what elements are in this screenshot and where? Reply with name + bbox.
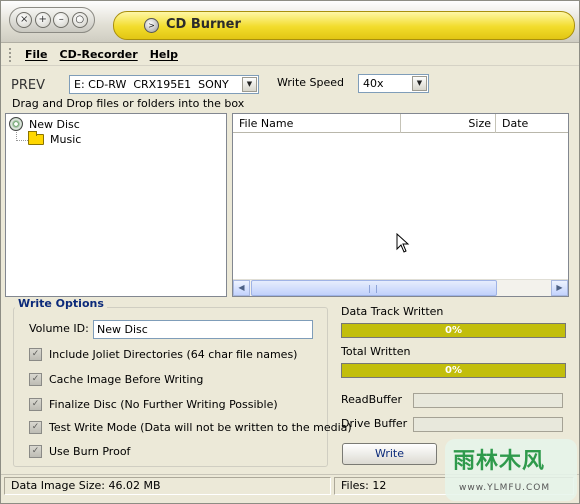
checkbox-burn-proof[interactable]: ✓ Use Burn Proof	[29, 445, 130, 458]
thumb-grip-icon	[369, 285, 377, 293]
checkbox-test-write[interactable]: ✓ Test Write Mode (Data will not be writ…	[29, 421, 352, 434]
checkbox-finalize[interactable]: ✓ Finalize Disc (No Further Writing Poss…	[29, 398, 278, 411]
checkbox-label: Use Burn Proof	[49, 445, 131, 458]
write-speed-label: Write Speed	[277, 76, 345, 89]
checkbox-icon[interactable]: ✓	[29, 398, 42, 411]
data-track-label: Data Track Written	[341, 305, 444, 318]
volume-id-label: Volume ID:	[29, 322, 89, 335]
checkbox-label: Finalize Disc (No Further Writing Possib…	[49, 398, 278, 411]
scroll-left-icon[interactable]: ◀	[233, 280, 250, 296]
status-image-size: Data Image Size: 46.02 MB	[4, 477, 331, 495]
total-progress: 0%	[341, 363, 566, 378]
file-list[interactable]: File Name Size Date ◀ ▶	[232, 113, 569, 297]
column-size[interactable]: Size	[401, 114, 496, 133]
checkbox-icon[interactable]: ✓	[29, 348, 42, 361]
checkbox-icon[interactable]: ✓	[29, 445, 42, 458]
menu-cd-recorder[interactable]: CD-Recorder	[60, 48, 138, 61]
close-window-button[interactable]: ×	[16, 12, 33, 28]
watermark-logo: 雨林木风	[453, 449, 546, 474]
checkbox-joliet[interactable]: ✓ Include Joliet Directories (64 char fi…	[29, 348, 297, 361]
total-percent: 0%	[445, 365, 462, 376]
tree-item-music[interactable]: Music	[28, 131, 82, 146]
menu-file[interactable]: File	[25, 48, 48, 61]
drive-select-value: E: CD-RW CRX195E1 SONY	[74, 78, 229, 91]
read-buffer-label: ReadBuffer	[341, 393, 403, 406]
disc-tree[interactable]: New Disc Music	[5, 113, 227, 297]
checkbox-label: Test Write Mode (Data will not be writte…	[49, 421, 352, 434]
minimize-window-button[interactable]: –	[53, 12, 70, 28]
chevron-down-icon[interactable]: ▼	[412, 76, 427, 91]
disc-icon	[9, 117, 23, 131]
write-options-title: Write Options	[15, 297, 107, 310]
chevron-down-icon[interactable]: ▼	[242, 77, 257, 92]
mouse-cursor-icon	[396, 233, 410, 253]
write-button[interactable]: Write	[342, 443, 437, 465]
drive-select[interactable]: E: CD-RW CRX195E1 SONY ▼	[69, 75, 259, 94]
drive-buffer-meter	[413, 417, 563, 432]
drive-buffer-label: Drive Buffer	[341, 417, 408, 430]
window-title: CD Burner	[166, 17, 241, 32]
maximize-window-button[interactable]: +	[34, 12, 51, 28]
shade-window-button[interactable]: ○	[71, 12, 88, 28]
checkbox-icon[interactable]: ✓	[29, 373, 42, 386]
scroll-right-icon[interactable]: ▶	[551, 280, 568, 296]
read-buffer-meter	[413, 393, 563, 408]
checkbox-label: Cache Image Before Writing	[49, 373, 204, 386]
volume-id-input[interactable]	[93, 320, 313, 339]
prev-button[interactable]: PREV	[5, 75, 59, 97]
checkbox-icon[interactable]: ✓	[29, 421, 42, 434]
menu-grip-icon	[9, 47, 15, 62]
app-window: × + – ○ > CD Burner File CD-Recorder Hel…	[0, 0, 580, 504]
app-menu-icon[interactable]: >	[144, 18, 159, 33]
tree-item-root[interactable]: New Disc	[9, 117, 80, 131]
watermark-url: www.YLMFU.COM	[459, 483, 551, 493]
data-track-progress: 0%	[341, 323, 566, 338]
drag-drop-hint: Drag and Drop files or folders into the …	[12, 97, 245, 110]
file-list-header: File Name Size Date	[233, 114, 568, 133]
menu-bar: File CD-Recorder Help	[1, 44, 579, 66]
horizontal-scrollbar[interactable]: ◀ ▶	[233, 279, 568, 296]
column-file-name[interactable]: File Name	[233, 114, 401, 133]
title-bar[interactable]: × + – ○ > CD Burner	[1, 1, 579, 43]
column-date[interactable]: Date	[496, 114, 568, 133]
tree-connector	[16, 132, 28, 141]
total-written-label: Total Written	[341, 345, 411, 358]
data-track-percent: 0%	[445, 325, 462, 336]
tree-item-label: Music	[50, 133, 82, 146]
tree-item-label: New Disc	[29, 117, 80, 131]
watermark: 雨林木风 www.YLMFU.COM	[445, 439, 577, 501]
scrollbar-thumb[interactable]	[251, 280, 497, 296]
checkbox-label: Include Joliet Directories (64 char file…	[49, 348, 298, 361]
folder-icon	[28, 131, 44, 145]
menu-help[interactable]: Help	[150, 48, 178, 61]
window-controls: × + – ○	[9, 7, 95, 33]
write-speed-select[interactable]: 40x ▼	[358, 74, 429, 93]
write-speed-value: 40x	[363, 77, 384, 90]
checkbox-cache-image[interactable]: ✓ Cache Image Before Writing	[29, 373, 203, 386]
title-pill: > CD Burner	[113, 11, 575, 40]
